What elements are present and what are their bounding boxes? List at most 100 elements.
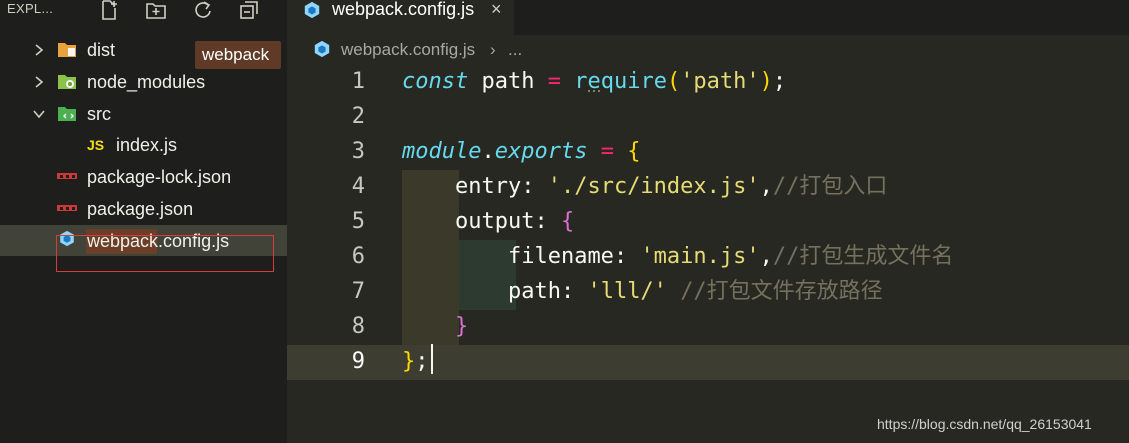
code-token: } bbox=[454, 314, 469, 339]
code-token: exports bbox=[494, 139, 588, 164]
code-text: filename: 'main.js',//打包生成文件名 bbox=[402, 243, 953, 271]
tab-bar: webpack.config.js × bbox=[287, 0, 1129, 35]
code-token: ; bbox=[772, 69, 787, 94]
line-number: 5 bbox=[351, 209, 365, 234]
code-token: //打包入口 bbox=[772, 174, 888, 199]
code-token: ; bbox=[415, 349, 429, 374]
code-token: ( bbox=[666, 69, 681, 94]
tab-label: webpack.config.js bbox=[332, 0, 475, 19]
code-token: path bbox=[507, 279, 561, 304]
chevron-right-icon bbox=[35, 76, 44, 88]
tree-item-package-lock[interactable]: package-lock.json bbox=[0, 161, 287, 192]
code-token: : bbox=[534, 209, 561, 234]
code-token: filename bbox=[507, 244, 614, 269]
text-cursor bbox=[431, 344, 433, 374]
refresh-icon[interactable] bbox=[192, 0, 214, 20]
code-token: 'lll/' bbox=[587, 279, 667, 304]
tree-item-label: package.json bbox=[87, 199, 194, 219]
watermark: https://blog.csdn.net/qq_26153041 bbox=[877, 416, 1092, 432]
tree-item-label: package-lock.json bbox=[87, 167, 232, 187]
tree-item-label: index.js bbox=[116, 135, 178, 155]
chevron-right-icon: › bbox=[490, 40, 496, 59]
webpack-file-icon bbox=[314, 40, 330, 58]
line-number: 7 bbox=[351, 279, 365, 304]
code-token: entry bbox=[454, 174, 522, 199]
npm-file-icon bbox=[57, 205, 77, 211]
collapse-all-icon[interactable] bbox=[238, 0, 260, 20]
npm-file-icon bbox=[57, 173, 77, 179]
explorer-sidebar: EXPL... dist node_modules src JS index.j… bbox=[0, 0, 287, 443]
new-folder-icon[interactable] bbox=[145, 0, 167, 20]
new-file-icon[interactable] bbox=[99, 0, 121, 20]
line-number: 3 bbox=[351, 139, 365, 164]
code-token: output bbox=[454, 209, 535, 234]
code-token: path bbox=[468, 69, 548, 94]
code-text: }; bbox=[402, 348, 429, 376]
close-icon[interactable]: × bbox=[491, 0, 502, 19]
breadcrumb: webpack.config.js › ... bbox=[287, 35, 1129, 65]
code-line[interactable]: 9}; bbox=[287, 345, 1129, 380]
suggestion-dots-icon bbox=[588, 90, 600, 92]
folder-dist-icon bbox=[58, 43, 76, 57]
tree-item-index-js[interactable]: JS index.js bbox=[0, 129, 287, 160]
code-token: = bbox=[600, 139, 614, 164]
code-token: ) bbox=[759, 69, 773, 94]
code-text: entry: './src/index.js',//打包入口 bbox=[402, 173, 887, 201]
code-line[interactable]: 5 output: { bbox=[287, 205, 1129, 240]
folder-src-icon bbox=[58, 107, 76, 121]
code-token: './src/index.js' bbox=[547, 174, 760, 199]
code-token: 'path' bbox=[680, 69, 760, 94]
tooltip: webpack bbox=[195, 41, 281, 69]
code-line[interactable]: 2 bbox=[287, 100, 1129, 135]
code-line[interactable]: 6 filename: 'main.js',//打包生成文件名 bbox=[287, 240, 1129, 275]
code-line[interactable]: 1 const path = require('path'); bbox=[287, 65, 1129, 100]
code-token: //打包生成文件名 bbox=[772, 244, 954, 269]
line-number: 1 bbox=[351, 69, 365, 94]
code-editor[interactable]: 1 const path = require('path'); 2 3 module.e… bbox=[287, 65, 1129, 385]
tree-item-label: src bbox=[87, 104, 111, 124]
line-number: 2 bbox=[351, 104, 365, 129]
code-token: } bbox=[402, 349, 416, 374]
webpack-file-icon bbox=[304, 1, 320, 19]
code-token: . bbox=[481, 139, 495, 164]
explorer-header: EXPL... bbox=[0, 0, 287, 20]
folder-node-icon bbox=[58, 75, 76, 89]
code-token: 'main.js' bbox=[640, 244, 760, 269]
tree-item-src[interactable]: src bbox=[0, 98, 287, 129]
breadcrumb-file[interactable]: webpack.config.js bbox=[341, 40, 475, 60]
tab-webpack-config[interactable]: webpack.config.js × bbox=[287, 0, 514, 35]
code-line[interactable]: 3 module.exports = { bbox=[287, 135, 1129, 170]
line-number: 6 bbox=[351, 244, 365, 269]
code-text: output: { bbox=[402, 208, 574, 236]
code-token: : bbox=[613, 244, 641, 269]
tree-item-label: node_modules bbox=[87, 72, 206, 92]
code-token: //打包文件存放路径 bbox=[680, 279, 883, 304]
code-line[interactable]: 8 } bbox=[287, 310, 1129, 345]
line-number: 8 bbox=[351, 314, 365, 339]
code-text: path: 'lll/' //打包文件存放路径 bbox=[402, 278, 883, 306]
chevron-right-icon bbox=[35, 44, 44, 56]
breadcrumb-symbols[interactable]: ... bbox=[508, 40, 522, 60]
js-file-icon: JS bbox=[87, 137, 105, 153]
code-line[interactable]: 4 entry: './src/index.js',//打包入口 bbox=[287, 170, 1129, 205]
code-text: } bbox=[402, 313, 468, 341]
code-line[interactable]: 7 path: 'lll/' //打包文件存放路径 bbox=[287, 275, 1129, 310]
tooltip-text: webpack bbox=[202, 45, 270, 64]
code-token: , bbox=[759, 174, 773, 199]
tree-item-package-json[interactable]: package.json bbox=[0, 193, 287, 224]
chevron-down-icon bbox=[33, 110, 45, 119]
code-token: module bbox=[402, 139, 482, 164]
tree-item-node-modules[interactable]: node_modules bbox=[0, 66, 287, 97]
code-token: : bbox=[521, 174, 548, 199]
annotation-box bbox=[56, 235, 274, 272]
code-token: { bbox=[560, 209, 575, 234]
